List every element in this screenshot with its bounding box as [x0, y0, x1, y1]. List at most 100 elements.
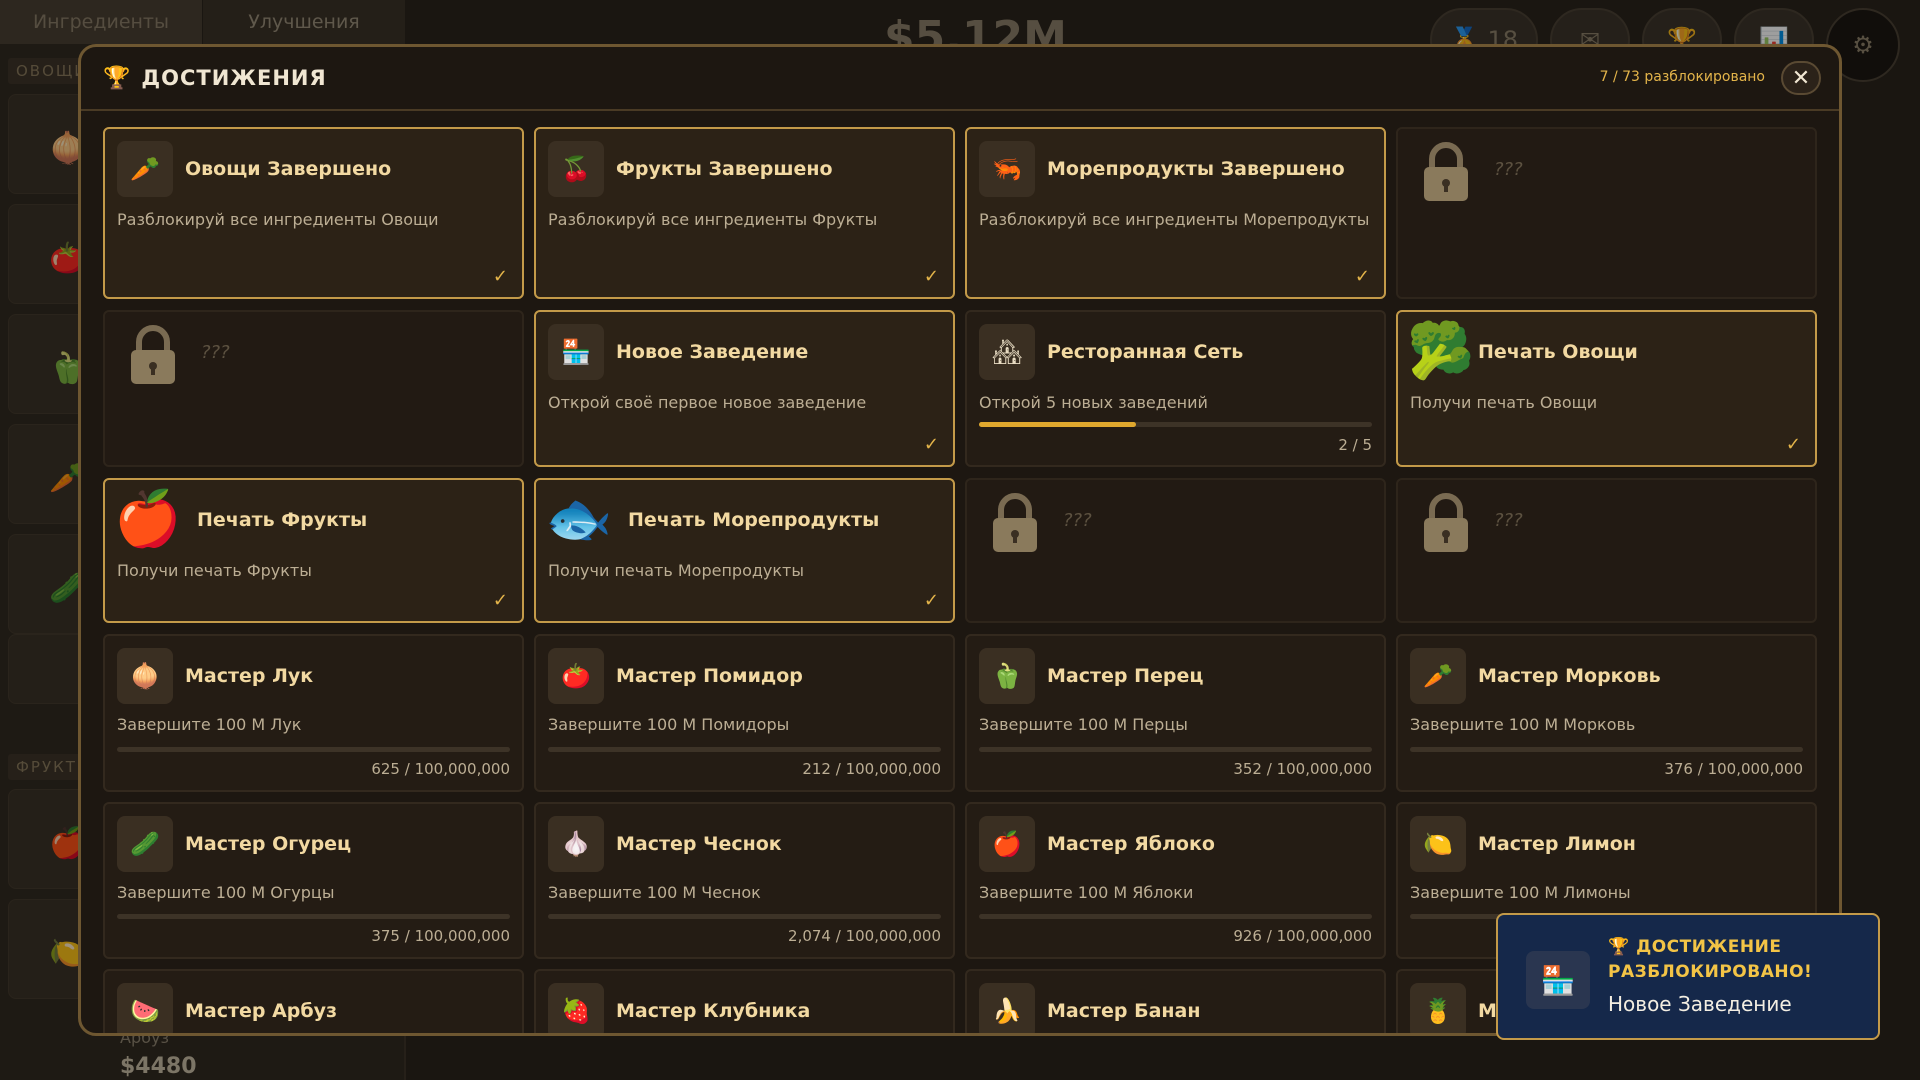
modal-title-text: ДОСТИЖЕНИЯ	[141, 66, 327, 90]
progress-text: 625 / 100,000,000	[371, 760, 510, 778]
lock-icon	[993, 493, 1037, 552]
fish-icon: 🐟	[545, 487, 613, 550]
achievement-desc: Получи печать Овощи	[1410, 393, 1598, 412]
achievement-title: Печать Фрукты	[197, 509, 368, 531]
achievement-desc: Завершите 100 М Яблоки	[979, 883, 1194, 902]
progress-bar	[548, 914, 941, 919]
check-icon: ✓	[923, 590, 939, 611]
vegetables-icon: 🥕	[117, 141, 173, 197]
achievement-desc: Получи печать Фрукты	[117, 561, 312, 580]
achievement-card[interactable]: 🥕 Мастер Морковь Завершите 100 М Морковь…	[1396, 634, 1817, 792]
progress-bar	[117, 914, 510, 919]
apple-icon: 🍎	[979, 816, 1035, 872]
carrot-icon: 🥕	[1410, 648, 1466, 704]
check-icon: ✓	[923, 266, 939, 287]
achievement-card[interactable]: 🍎 Печать Фрукты Получи печать Фрукты ✓	[103, 478, 524, 623]
achievement-card[interactable]: 🧅 Мастер Лук Завершите 100 М Лук 625 / 1…	[103, 634, 524, 792]
achievement-card[interactable]: 🐟 Печать Морепродукты Получи печать Море…	[534, 478, 955, 623]
achievement-card-locked[interactable]: ???	[1396, 127, 1817, 299]
cucumber-icon: 🥒	[117, 816, 173, 872]
progress-text: 2,074 / 100,000,000	[788, 927, 941, 945]
lemon-icon: 🍋	[1410, 816, 1466, 872]
achievement-title: Новое Заведение	[616, 341, 809, 363]
lock-icon	[1424, 142, 1468, 201]
restaurant-chain-icon: 🏘	[979, 324, 1035, 380]
achievement-title: Ресторанная Сеть	[1047, 341, 1244, 363]
achievement-card[interactable]: 🥦 Печать Овощи Получи печать Овощи ✓	[1396, 310, 1817, 467]
progress-text: 926 / 100,000,000	[1233, 927, 1372, 945]
achievement-card[interactable]: 🍌 Мастер Банан	[965, 969, 1386, 1033]
modal-title: 🏆 ДОСТИЖЕНИЯ	[103, 66, 327, 91]
achievement-card[interactable]: 🍒 Фрукты Завершено Разблокируй все ингре…	[534, 127, 955, 299]
achievement-desc: Разблокируй все ингредиенты Фрукты	[548, 210, 878, 229]
achievement-card[interactable]: 🏪 Новое Заведение Открой своё первое нов…	[534, 310, 955, 467]
achievement-card[interactable]: 🥕 Овощи Завершено Разблокируй все ингред…	[103, 127, 524, 299]
achievement-card[interactable]: 🦐 Морепродукты Завершено Разблокируй все…	[965, 127, 1386, 299]
lock-icon	[1424, 493, 1468, 552]
trophy-icon: 🏆	[103, 65, 132, 91]
achievement-toast[interactable]: 🏪 🏆 ДОСТИЖЕНИЕ РАЗБЛОКИРОВАНО! Новое Зав…	[1496, 913, 1880, 1040]
achievement-card[interactable]: 🍎 Мастер Яблоко Завершите 100 М Яблоки 9…	[965, 802, 1386, 959]
pepper-icon: 🫑	[979, 648, 1035, 704]
garlic-icon: 🧄	[548, 816, 604, 872]
achievement-desc: Завершите 100 М Чеснок	[548, 883, 761, 902]
unlocked-count: 7 / 73 разблокировано	[1599, 69, 1765, 85]
restaurant-icon: 🏪	[548, 324, 604, 380]
achievement-title: Мастер Лук	[185, 665, 314, 687]
achievement-title: Фрукты Завершено	[616, 158, 833, 180]
fruits-icon: 🍒	[548, 141, 604, 197]
achievement-desc: Разблокируй все ингредиенты Овощи	[117, 210, 439, 229]
broccoli-icon: 🥦	[1407, 319, 1475, 382]
apple-icon: 🍎	[114, 487, 182, 550]
banana-icon: 🍌	[979, 983, 1035, 1033]
achievement-card[interactable]: 🥒 Мастер Огурец Завершите 100 М Огурцы 3…	[103, 802, 524, 959]
achievement-title: ???	[1494, 510, 1523, 531]
achievement-card-locked[interactable]: ???	[103, 310, 524, 467]
achievement-title: Мастер Чеснок	[616, 833, 782, 855]
achievement-desc: Завершите 100 М Перцы	[979, 715, 1188, 734]
achievement-desc: Завершите 100 М Морковь	[1410, 715, 1636, 734]
achievement-card-locked[interactable]: ???	[965, 478, 1386, 623]
achievement-desc: Открой 5 новых заведений	[979, 393, 1208, 412]
achievement-card[interactable]: 🍅 Мастер Помидор Завершите 100 М Помидор…	[534, 634, 955, 792]
achievement-card[interactable]: 🧄 Мастер Чеснок Завершите 100 М Чеснок 2…	[534, 802, 955, 959]
achievement-title: ???	[1063, 510, 1092, 531]
progress-text: 352 / 100,000,000	[1233, 760, 1372, 778]
check-icon: ✓	[923, 434, 939, 455]
achievement-title: Мастер Перец	[1047, 665, 1204, 687]
check-icon: ✓	[492, 590, 508, 611]
achievement-title: Печать Морепродукты	[628, 509, 880, 531]
achievements-grid: 🥕 Овощи Завершено Разблокируй все ингред…	[103, 127, 1823, 1033]
progress-bar	[117, 747, 510, 752]
progress-bar	[979, 747, 1372, 752]
achievement-desc: Разблокируй все ингредиенты Морепродукты	[979, 210, 1370, 229]
achievement-card[interactable]: 🍉 Мастер Арбуз	[103, 969, 524, 1033]
achievement-card[interactable]: 🍓 Мастер Клубника	[534, 969, 955, 1033]
trophy-icon: 🏆	[1608, 937, 1630, 957]
achievement-desc: Завершите 100 М Лук	[117, 715, 302, 734]
achievement-title: Морепродукты Завершено	[1047, 158, 1345, 180]
check-icon: ✓	[1785, 434, 1801, 455]
progress-text: 212 / 100,000,000	[802, 760, 941, 778]
achievement-title: Мастер Лимон	[1478, 833, 1636, 855]
lock-icon	[131, 325, 175, 384]
achievement-card[interactable]: 🏘 Ресторанная Сеть Открой 5 новых заведе…	[965, 310, 1386, 467]
pineapple-icon: 🍍	[1410, 983, 1466, 1033]
check-icon: ✓	[1354, 266, 1370, 287]
achievement-card-locked[interactable]: ???	[1396, 478, 1817, 623]
achievement-desc: Получи печать Морепродукты	[548, 561, 804, 580]
progress-bar	[548, 747, 941, 752]
progress-text: 376 / 100,000,000	[1664, 760, 1803, 778]
achievement-title: Мастер Морковь	[1478, 665, 1661, 687]
achievement-desc: Завершите 100 М Огурцы	[117, 883, 335, 902]
close-icon: ✕	[1791, 65, 1811, 91]
restaurant-icon: 🏪	[1526, 951, 1590, 1009]
progress-bar	[979, 422, 1372, 427]
progress-fill	[979, 422, 1137, 427]
close-button[interactable]: ✕	[1781, 61, 1821, 95]
achievement-card[interactable]: 🫑 Мастер Перец Завершите 100 М Перцы 352…	[965, 634, 1386, 792]
achievement-desc: Открой своё первое новое заведение	[548, 393, 867, 412]
toast-heading: 🏆 ДОСТИЖЕНИЕ РАЗБЛОКИРОВАНО!	[1608, 937, 1813, 982]
achievement-title: ???	[1494, 159, 1523, 180]
achievement-desc: Завершите 100 М Помидоры	[548, 715, 790, 734]
